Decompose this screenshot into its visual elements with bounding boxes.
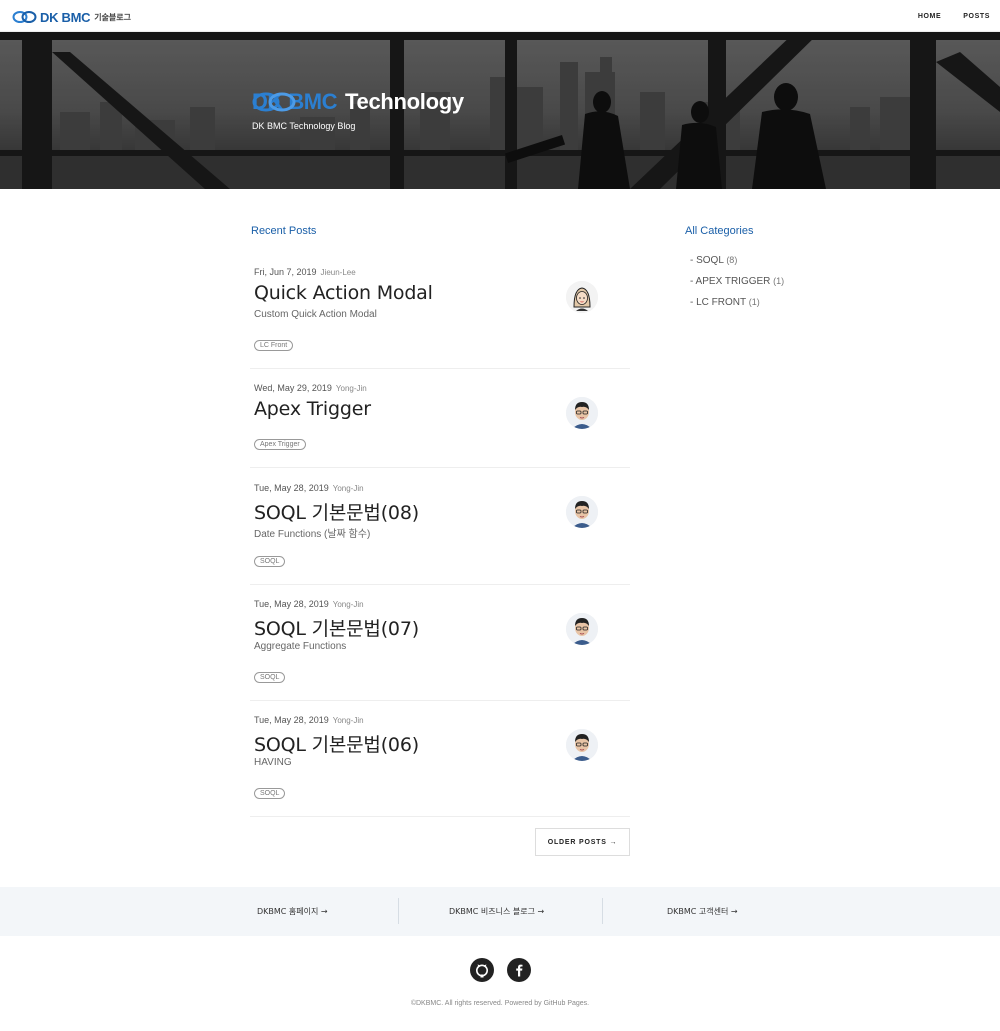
category-label: - LC FRONT <box>690 297 746 308</box>
male-avatar-icon <box>566 397 598 429</box>
category-item-soql[interactable]: - SOQL (8) <box>690 252 784 273</box>
post-item[interactable]: Tue, May 28, 2019 Yong-Jin SOQL 기본문법(07) … <box>250 585 630 701</box>
footer-business-blog-link[interactable]: DKBMC 비즈니스 블로그 → <box>449 887 544 936</box>
post-date: Wed, May 29, 2019 <box>254 383 332 393</box>
post-tag[interactable]: SOQL <box>254 672 286 683</box>
post-date: Tue, May 28, 2019 <box>254 715 329 725</box>
category-count: (8) <box>726 255 738 265</box>
older-posts-button[interactable]: OLDER POSTS → <box>535 828 630 856</box>
female-avatar-icon <box>566 281 598 313</box>
post-title[interactable]: SOQL 기본문법(07) <box>254 614 419 641</box>
hero-banner: DK BMC Technology DK BMC Technology Blog <box>0 32 1000 189</box>
post-tag[interactable]: Apex Trigger <box>254 439 306 450</box>
post-title[interactable]: Quick Action Modal <box>254 282 433 304</box>
hero-title: DK BMC Technology <box>250 89 464 115</box>
category-list: - SOQL (8) - APEX TRIGGER (1) - LC FRONT… <box>690 252 784 315</box>
facebook-icon[interactable] <box>507 958 531 982</box>
hero-title-text: Technology <box>345 89 464 114</box>
copyright-text: ©DKBMC. All rights reserved. Powered by … <box>410 1000 590 1007</box>
brand-subtitle: 기술블로그 <box>94 12 132 22</box>
post-tag[interactable]: SOQL <box>254 556 286 567</box>
post-item[interactable]: Tue, May 28, 2019 Yong-Jin SOQL 기본문법(08) … <box>250 468 630 585</box>
nav-home-link[interactable]: HOME <box>918 13 941 20</box>
footer-links-bar: DKBMC 홈페이지 → DKBMC 비즈니스 블로그 → DKBMC 고객센터… <box>0 887 1000 936</box>
navbar: DK BMC 기술블로그 HOME POSTS <box>0 0 1000 32</box>
footer-divider <box>398 898 399 924</box>
category-count: (1) <box>773 276 785 286</box>
dkbmc-logo-icon <box>12 11 37 23</box>
nav-posts-link[interactable]: POSTS <box>963 13 990 20</box>
post-meta: Fri, Jun 7, 2019 Jieun-Lee <box>254 267 356 277</box>
category-label: - SOQL <box>690 255 724 266</box>
github-icon[interactable] <box>470 958 494 982</box>
footer-divider <box>602 898 603 924</box>
recent-posts-heading: Recent Posts <box>251 225 317 237</box>
dkbmc-logo-icon <box>252 92 296 112</box>
categories-heading: All Categories <box>685 225 754 237</box>
post-meta: Tue, May 28, 2019 Yong-Jin <box>254 483 364 493</box>
footer-homepage-link[interactable]: DKBMC 홈페이지 → <box>257 887 328 936</box>
nav-links: HOME POSTS <box>896 0 990 32</box>
male-avatar-icon <box>566 496 598 528</box>
male-avatar-icon <box>566 729 598 761</box>
male-avatar-icon <box>566 613 598 645</box>
post-subtitle: Custom Quick Action Modal <box>254 309 377 320</box>
post-subtitle: HAVING <box>254 757 292 768</box>
post-author: Yong-Jin <box>332 600 364 609</box>
post-item[interactable]: Fri, Jun 7, 2019 Jieun-Lee Quick Action M… <box>250 255 630 369</box>
post-title[interactable]: Apex Trigger <box>254 398 371 420</box>
post-title[interactable]: SOQL 기본문법(06) <box>254 730 419 757</box>
post-date: Fri, Jun 7, 2019 <box>254 267 317 277</box>
category-item-apex-trigger[interactable]: - APEX TRIGGER (1) <box>690 273 784 294</box>
footer-customer-center-link[interactable]: DKBMC 고객센터 → <box>667 887 738 936</box>
brand-link[interactable]: DK BMC 기술블로그 <box>12 8 131 26</box>
post-subtitle: Aggregate Functions <box>254 641 347 652</box>
post-author: Yong-Jin <box>332 484 364 493</box>
category-item-lc-front[interactable]: - LC FRONT (1) <box>690 294 784 315</box>
post-author: Yong-Jin <box>335 384 367 393</box>
category-label: - APEX TRIGGER <box>690 276 771 287</box>
post-item[interactable]: Tue, May 28, 2019 Yong-Jin SOQL 기본문법(06) … <box>250 701 630 817</box>
brand-name: DK BMC <box>40 9 91 25</box>
post-subtitle: Date Functions (날짜 함수) <box>254 529 371 540</box>
hero-background-image <box>0 32 1000 189</box>
post-date: Tue, May 28, 2019 <box>254 483 329 493</box>
post-date: Tue, May 28, 2019 <box>254 599 329 609</box>
category-count: (1) <box>748 297 760 307</box>
post-tag[interactable]: LC Front <box>254 340 294 351</box>
post-meta: Tue, May 28, 2019 Yong-Jin <box>254 599 364 609</box>
post-tag[interactable]: SOQL <box>254 788 286 799</box>
post-title[interactable]: SOQL 기본문법(08) <box>254 498 419 525</box>
post-author: Yong-Jin <box>332 716 364 725</box>
post-item[interactable]: Wed, May 29, 2019 Yong-Jin Apex Trigger A… <box>250 369 630 468</box>
post-meta: Tue, May 28, 2019 Yong-Jin <box>254 715 364 725</box>
hero-subtitle: DK BMC Technology Blog <box>252 121 356 131</box>
post-meta: Wed, May 29, 2019 Yong-Jin <box>254 383 367 393</box>
post-author: Jieun-Lee <box>320 268 356 277</box>
